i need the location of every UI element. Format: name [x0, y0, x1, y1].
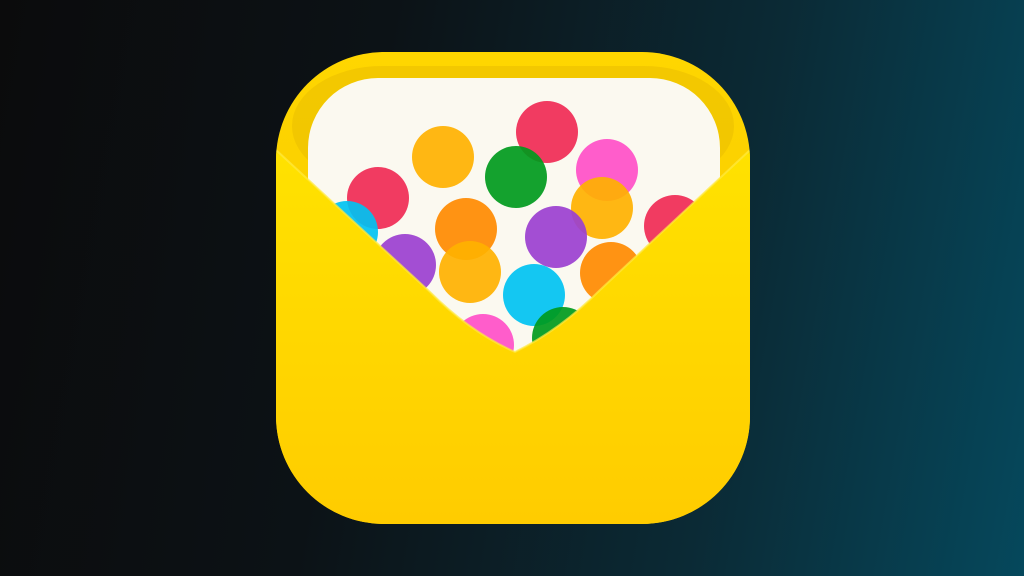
app-icon-showcase — [0, 0, 1024, 576]
confetti-dot — [485, 146, 547, 208]
confetti-dot — [439, 241, 501, 303]
confetti-dot — [525, 206, 587, 268]
confetti-dot — [412, 126, 474, 188]
envelope-with-confetti-icon — [276, 52, 750, 524]
